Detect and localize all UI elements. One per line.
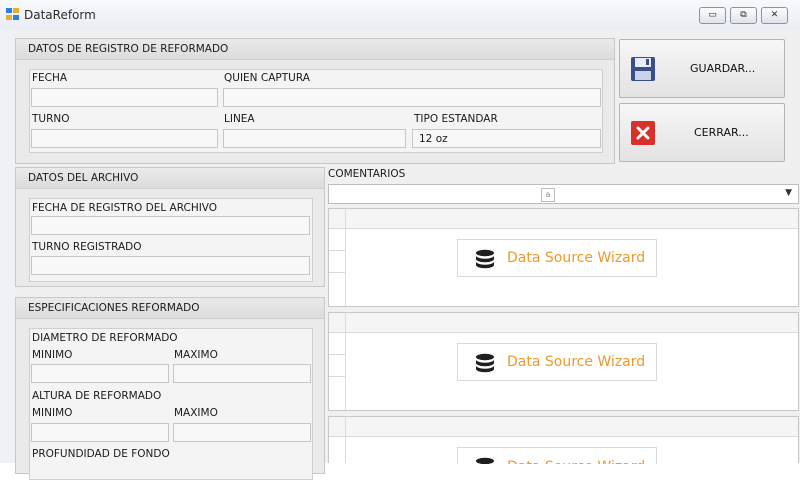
diametro-minimo-field[interactable] bbox=[31, 364, 169, 383]
archivo-header: DATOS DEL ARCHIVO bbox=[16, 168, 324, 189]
archivo-fields: FECHA DE REGISTRO DEL ARCHIVO TURNO REGI… bbox=[29, 198, 313, 282]
guardar-label: GUARDAR... bbox=[690, 62, 756, 75]
app-window: DataReform ▭ ⧉ ✕ DATOS DE REGISTRO DE RE… bbox=[0, 0, 800, 480]
turno-registrado-field[interactable] bbox=[31, 256, 310, 275]
quien-captura-label: QUIEN CAPTURA bbox=[224, 72, 310, 84]
close-icon: ✕ bbox=[770, 10, 779, 20]
data-grid-2[interactable]: Data Source Wizard bbox=[328, 312, 799, 411]
diametro-minimo-label: MINIMO bbox=[32, 349, 73, 361]
cerrar-label: CERRAR... bbox=[694, 126, 749, 139]
grid-3-header bbox=[329, 417, 798, 437]
fecha-registro-field[interactable] bbox=[31, 216, 310, 235]
database-icon bbox=[476, 249, 494, 269]
diametro-maximo-field[interactable] bbox=[173, 364, 311, 383]
title-bar[interactable]: DataReform ▭ ⧉ ✕ bbox=[0, 0, 800, 30]
close-window-button[interactable]: ✕ bbox=[761, 7, 788, 24]
guardar-button[interactable]: GUARDAR... bbox=[619, 39, 785, 98]
altura-label: ALTURA DE REFORMADO bbox=[32, 390, 162, 402]
registro-fields: FECHA QUIEN CAPTURA TURNO LINEA TIPO EST… bbox=[29, 69, 603, 153]
window-title: DataReform bbox=[24, 8, 96, 22]
registro-panel: DATOS DE REGISTRO DE REFORMADO FECHA QUI… bbox=[15, 38, 615, 164]
turno-field[interactable] bbox=[31, 129, 218, 148]
tipo-estandar-label: TIPO ESTANDAR bbox=[414, 113, 498, 125]
dropdown-arrow-icon[interactable]: ▼ bbox=[785, 188, 792, 198]
client-area: DATOS DE REGISTRO DE REFORMADO FECHA QUI… bbox=[14, 30, 800, 480]
grid-1-header bbox=[329, 209, 798, 229]
save-icon bbox=[631, 57, 655, 81]
turno-registrado-label: TURNO REGISTRADO bbox=[32, 241, 142, 253]
minimize-icon: ▭ bbox=[708, 10, 717, 20]
grid-1-row-cell bbox=[329, 228, 345, 251]
close-x-icon bbox=[631, 121, 655, 145]
fecha-registro-label: FECHA DE REGISTRO DEL ARCHIVO bbox=[32, 202, 218, 214]
linea-label: LINEA bbox=[224, 113, 255, 125]
diametro-label: DIAMETRO DE REFORMADO bbox=[32, 332, 178, 344]
fecha-label: FECHA bbox=[32, 72, 68, 84]
minimize-button[interactable]: ▭ bbox=[699, 7, 726, 24]
grid-2-header bbox=[329, 313, 798, 333]
especificaciones-header: ESPECIFICACIONES REFORMADO bbox=[16, 298, 324, 319]
comentarios-label: COMENTARIOS bbox=[328, 168, 406, 180]
grid-3-row-header bbox=[329, 417, 346, 463]
cerrar-button[interactable]: CERRAR... bbox=[619, 103, 785, 162]
database-icon bbox=[476, 353, 494, 373]
combo-glyph-icon: a bbox=[541, 188, 555, 202]
altura-minimo-label: MINIMO bbox=[32, 407, 73, 419]
linea-field[interactable] bbox=[223, 129, 406, 148]
grid-2-row-cell bbox=[329, 354, 345, 377]
altura-maximo-label: MAXIMO bbox=[174, 407, 218, 419]
data-source-wizard-label: Data Source Wizard bbox=[507, 250, 646, 266]
registro-header: DATOS DE REGISTRO DE REFORMADO bbox=[16, 39, 614, 60]
fecha-field[interactable] bbox=[31, 88, 218, 107]
archivo-panel: DATOS DEL ARCHIVO FECHA DE REGISTRO DEL … bbox=[15, 167, 325, 287]
data-grid-3[interactable]: Data Source Wizard bbox=[328, 416, 799, 464]
comentarios-combo[interactable]: a ▼ bbox=[328, 184, 799, 204]
altura-minimo-field[interactable] bbox=[31, 423, 169, 442]
restore-icon: ⧉ bbox=[740, 10, 747, 20]
especificaciones-panel: ESPECIFICACIONES REFORMADO DIAMETRO DE R… bbox=[15, 297, 325, 480]
especificaciones-fields: DIAMETRO DE REFORMADO MINIMO MAXIMO ALTU… bbox=[29, 328, 313, 480]
data-source-wizard-button[interactable]: Data Source Wizard bbox=[457, 447, 657, 464]
restore-button[interactable]: ⧉ bbox=[730, 7, 757, 24]
data-source-wizard-label: Data Source Wizard bbox=[507, 459, 645, 464]
data-source-wizard-label: Data Source Wizard bbox=[507, 354, 646, 370]
data-grid-1[interactable]: Data Source Wizard bbox=[328, 208, 799, 307]
profundidad-label: PROFUNDIDAD DE FONDO bbox=[32, 448, 170, 460]
grid-1-row-cell bbox=[329, 250, 345, 273]
diametro-maximo-label: MAXIMO bbox=[174, 349, 218, 361]
tipo-estandar-field[interactable]: 12 oz bbox=[412, 129, 601, 148]
turno-label: TURNO bbox=[32, 113, 70, 125]
app-icon bbox=[6, 8, 20, 21]
altura-maximo-field[interactable] bbox=[173, 423, 311, 442]
quien-captura-field[interactable] bbox=[223, 88, 601, 107]
grid-2-row-cell bbox=[329, 332, 345, 355]
data-source-wizard-button[interactable]: Data Source Wizard bbox=[457, 343, 657, 381]
data-source-wizard-button[interactable]: Data Source Wizard bbox=[457, 239, 657, 277]
